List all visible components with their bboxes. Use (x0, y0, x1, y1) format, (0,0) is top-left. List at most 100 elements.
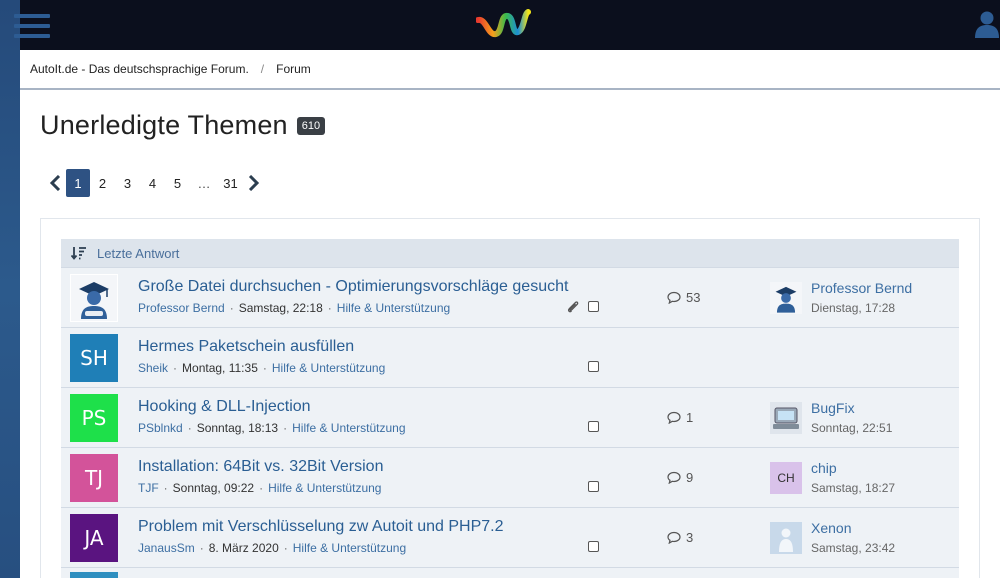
side-strip (0, 0, 20, 578)
topic-title[interactable]: Problem mit Verschlüsselung zw Autoit un… (138, 518, 504, 536)
topic-row: PS Hooking & DLL-Injection PSblnkd · Sonnt… (61, 387, 959, 447)
topic-board[interactable]: Hilfe & Unterstützung (272, 361, 385, 375)
comment-bubble-icon (667, 291, 681, 304)
topic-title[interactable]: Hooking & DLL-Injection (138, 398, 311, 416)
page-title: Unerledigte Themen (40, 110, 288, 140)
topic-title[interactable]: Hermes Paketschein ausfüllen (138, 338, 354, 356)
select-checkbox[interactable] (588, 541, 599, 552)
autoit-wave-logo-icon[interactable] (476, 8, 532, 42)
author-avatar[interactable]: PS (70, 394, 118, 442)
last-poster-name[interactable]: Professor Bernd (811, 280, 912, 296)
pagination-ellipsis: … (197, 175, 211, 191)
topic-date: Sonntag, 18:13 (196, 421, 279, 435)
avatar-initials: JA (84, 526, 104, 550)
last-poster-name[interactable]: BugFix (811, 400, 855, 416)
last-post-date: Dienstag, 17:28 (811, 301, 896, 315)
topic-row: SH Hermes Paketschein ausfüllen Sheik · Mo… (61, 327, 959, 387)
last-poster-avatar[interactable] (770, 522, 802, 554)
next-page-chevron-icon[interactable] (243, 169, 265, 197)
topic-board[interactable]: Hilfe & Unterstützung (292, 421, 405, 435)
last-poster-avatar[interactable] (770, 282, 802, 314)
select-checkbox[interactable] (588, 361, 599, 372)
figure-avatar-icon (770, 522, 802, 554)
last-poster-avatar[interactable] (770, 402, 802, 434)
page-link-5[interactable]: 5 (165, 169, 190, 197)
topic-meta: Professor Bernd · Samstag, 22:18 · Hilfe & U… (138, 301, 451, 315)
select-checkbox[interactable] (588, 481, 599, 492)
topic-meta: Sheik · Montag, 11:35 · Hilfe & Unterstützun… (138, 361, 386, 375)
last-poster-avatar[interactable]: CH (770, 462, 802, 494)
topic-row: JA Problem mit Verschlüsselung zw Autoit… (61, 507, 959, 567)
select-checkbox[interactable] (588, 301, 599, 312)
title-row: Unerledigte Themen 610 (40, 110, 326, 141)
topic-title[interactable]: Installation: 64Bit vs. 32Bit Version (138, 458, 383, 476)
author-avatar[interactable] (70, 274, 118, 322)
page-link-last[interactable]: 31 (218, 169, 243, 197)
topic-list: Letzte Antwort Große Datei durchsuchen -… (61, 239, 959, 578)
topic-author[interactable]: Professor Bernd (138, 301, 225, 315)
topic-title[interactable]: Große Datei durchsuchen - Optimierungsvo… (138, 278, 568, 296)
avatar-initials: SH (80, 346, 108, 370)
last-poster-name[interactable]: chip (811, 460, 837, 476)
last-post-date: Sonntag, 22:51 (811, 421, 893, 435)
sort-header[interactable]: Letzte Antwort (61, 239, 959, 267)
topic-board[interactable]: Hilfe & Unterstützung (293, 541, 406, 555)
breadcrumb-item-forum[interactable]: Forum (276, 62, 311, 76)
reply-count-value: 3 (686, 530, 694, 545)
topic-row-partial (61, 567, 959, 578)
topic-date: 8. März 2020 (208, 541, 279, 555)
breadcrumb-separator: / (260, 62, 265, 76)
topic-author[interactable]: JanausSm (138, 541, 195, 555)
topic-author[interactable]: TJF (138, 481, 159, 495)
breadcrumb: AutoIt.de - Das deutschsprachige Forum. … (20, 50, 1000, 90)
topic-date: Montag, 11:35 (182, 361, 258, 375)
author-avatar[interactable]: SH (70, 334, 118, 382)
reply-count-value: 9 (686, 470, 694, 485)
topic-meta: PSblnkd · Sonntag, 18:13 · Hilfe & Unterstüt… (138, 421, 406, 435)
graduate-avatar-icon (770, 282, 802, 314)
reply-count-value: 1 (686, 410, 694, 425)
reply-count: 53 (667, 290, 700, 305)
topic-row: Große Datei durchsuchen - Optimierungsvo… (61, 267, 959, 327)
top-navigation-bar (14, 0, 1000, 50)
avatar-initials: CH (777, 471, 795, 485)
topic-board[interactable]: Hilfe & Unterstützung (337, 301, 450, 315)
author-avatar[interactable]: JA (70, 514, 118, 562)
computer-avatar-icon (770, 402, 802, 434)
topic-author[interactable]: PSblnkd (138, 421, 183, 435)
topic-author[interactable]: Sheik (138, 361, 168, 375)
author-avatar[interactable]: TJ (70, 454, 118, 502)
topic-date: Samstag, 22:18 (238, 301, 323, 315)
previous-page-chevron-icon[interactable] (44, 169, 66, 197)
topic-count-badge: 610 (296, 116, 326, 135)
reply-count: 3 (667, 530, 693, 545)
user-icon[interactable] (974, 10, 1000, 38)
select-checkbox[interactable] (588, 421, 599, 432)
last-poster-name[interactable]: Xenon (811, 520, 851, 536)
topic-meta: JanausSm · 8. März 2020 · Hilfe & Unterstütz… (138, 541, 407, 555)
hamburger-menu-icon[interactable] (14, 14, 50, 38)
graduate-avatar-icon (71, 275, 117, 321)
main-content: AutoIt.de - Das deutschsprachige Forum. … (20, 50, 1000, 578)
topic-meta: TJF · Sonntag, 09:22 · Hilfe & Unterstützung (138, 481, 382, 495)
comment-bubble-icon (667, 411, 681, 424)
topic-date: Sonntag, 09:22 (172, 481, 255, 495)
reply-count-value: 53 (686, 290, 701, 305)
breadcrumb-item-home[interactable]: AutoIt.de - Das deutschsprachige Forum. (30, 62, 249, 76)
page-link-2[interactable]: 2 (90, 169, 115, 197)
sort-descending-icon (71, 247, 86, 260)
reply-count: 9 (667, 470, 693, 485)
pagination: 1 2 3 4 5 … 31 (44, 169, 265, 197)
comment-bubble-icon (667, 531, 681, 544)
avatar-initials: TJ (84, 466, 104, 490)
topic-board[interactable]: Hilfe & Unterstützung (268, 481, 381, 495)
page-link-1[interactable]: 1 (66, 169, 90, 197)
avatar-initials: PS (81, 406, 107, 430)
last-post-date: Samstag, 23:42 (811, 541, 896, 555)
paperclip-icon (568, 301, 579, 313)
reply-count: 1 (667, 410, 693, 425)
page-link-4[interactable]: 4 (140, 169, 165, 197)
page-link-3[interactable]: 3 (115, 169, 140, 197)
topic-row: TJ Installation: 64Bit vs. 32Bit Version… (61, 447, 959, 507)
sort-label: Letzte Antwort (97, 245, 180, 261)
